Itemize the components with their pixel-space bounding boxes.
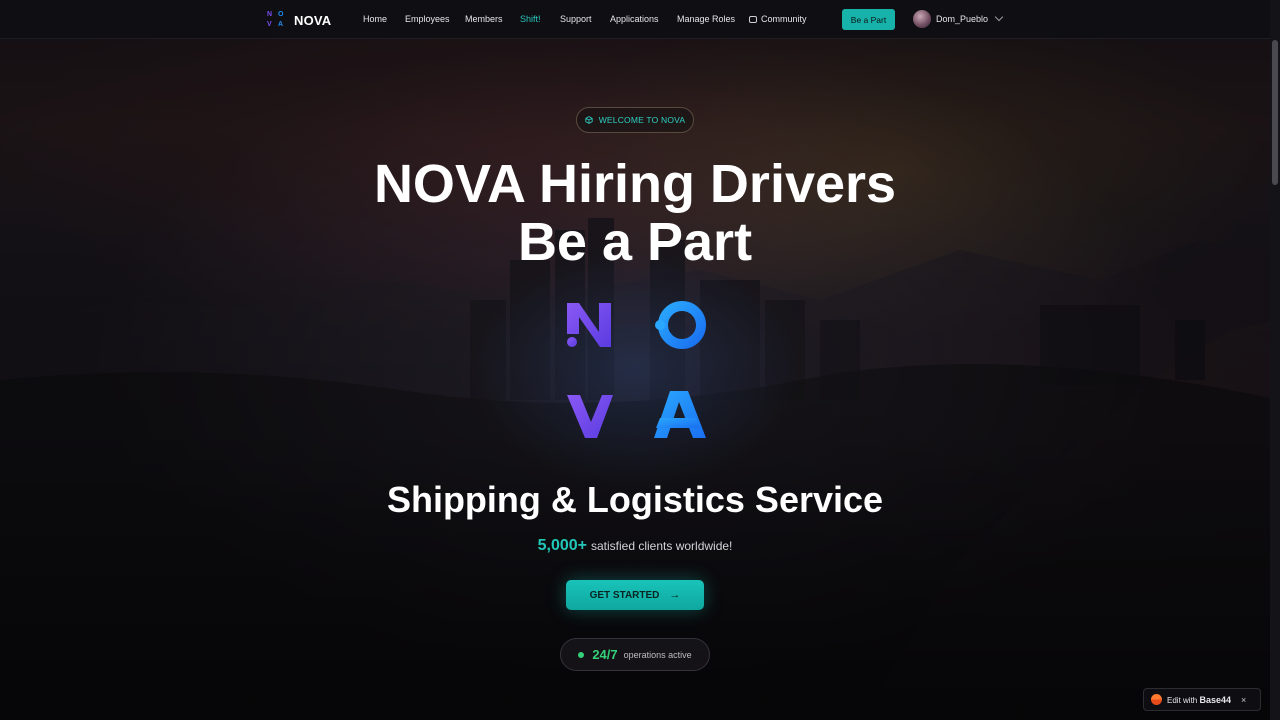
- nav-support[interactable]: Support: [560, 14, 592, 24]
- clients-text: satisfied clients worldwide!: [590, 539, 733, 553]
- nova-mark-icon: N O V A: [266, 11, 286, 29]
- nav-members[interactable]: Members: [465, 14, 503, 24]
- mark-letter-a: A: [278, 21, 284, 28]
- be-a-part-button[interactable]: Be a Part: [842, 9, 895, 30]
- welcome-badge: WELCOME TO NOVA: [576, 107, 694, 133]
- edit-badge-prefix: Edit with: [1167, 695, 1198, 705]
- close-icon[interactable]: ×: [1241, 695, 1246, 705]
- nav-shift[interactable]: Shift!: [520, 14, 541, 24]
- edit-with-base44-badge[interactable]: Edit with Base44 ×: [1143, 688, 1261, 711]
- scrollbar-thumb[interactable]: [1272, 40, 1278, 185]
- clients-count: 5,000+: [537, 537, 587, 554]
- arrow-right-icon: →: [669, 589, 681, 601]
- logo-letter-n-icon: [567, 303, 611, 347]
- mark-letter-o: O: [278, 11, 284, 18]
- operations-text: operations active: [623, 649, 692, 660]
- status-dot-icon: [578, 651, 585, 658]
- chat-bubble-icon: [749, 16, 757, 23]
- nav-community[interactable]: Community: [749, 14, 807, 24]
- welcome-badge-text: WELCOME TO NOVA: [598, 115, 686, 125]
- base44-logo-icon: [1151, 694, 1162, 705]
- logo-letter-o-icon: [655, 301, 706, 349]
- hero-title-line1: NOVA Hiring Drivers: [373, 154, 897, 214]
- avatar: [913, 10, 931, 28]
- page-scrollbar[interactable]: [1270, 0, 1280, 720]
- nav-home[interactable]: Home: [363, 14, 387, 24]
- mark-letter-n: N: [267, 11, 273, 18]
- nav-employees[interactable]: Employees: [405, 14, 450, 24]
- edit-badge-brand: Base44: [1199, 694, 1231, 705]
- operations-value: 24/7: [592, 647, 618, 662]
- get-started-button[interactable]: GET STARTED →: [566, 580, 704, 610]
- nav-applications[interactable]: Applications: [610, 14, 659, 24]
- logo-letter-v-icon: [567, 395, 613, 438]
- brand-logo-link[interactable]: N O V A NOVA: [266, 10, 331, 30]
- nav-community-label: Community: [761, 14, 807, 24]
- top-navbar: N O V A NOVA Home Employees Members Shif…: [0, 0, 1270, 39]
- cube-icon: [585, 116, 593, 124]
- hero-subtitle: Shipping & Logistics Service: [386, 479, 884, 520]
- user-name: Dom_Pueblo: [936, 14, 989, 24]
- edit-badge-text: Edit with Base44: [1167, 695, 1231, 705]
- operations-status-badge: 24/7 operations active: [560, 638, 710, 671]
- nav-manage-roles[interactable]: Manage Roles: [677, 14, 735, 24]
- get-started-label: GET STARTED: [589, 589, 660, 601]
- logo-letter-a-icon: [654, 391, 706, 438]
- chevron-down-icon: [994, 12, 1004, 22]
- mark-letter-v: V: [267, 21, 272, 28]
- brand-name: NOVA: [294, 12, 332, 28]
- user-menu[interactable]: Dom_Pueblo: [913, 10, 1004, 28]
- nova-logo: [567, 301, 706, 438]
- clients-stat: 5,000+ satisfied clients worldwide!: [0, 537, 1270, 555]
